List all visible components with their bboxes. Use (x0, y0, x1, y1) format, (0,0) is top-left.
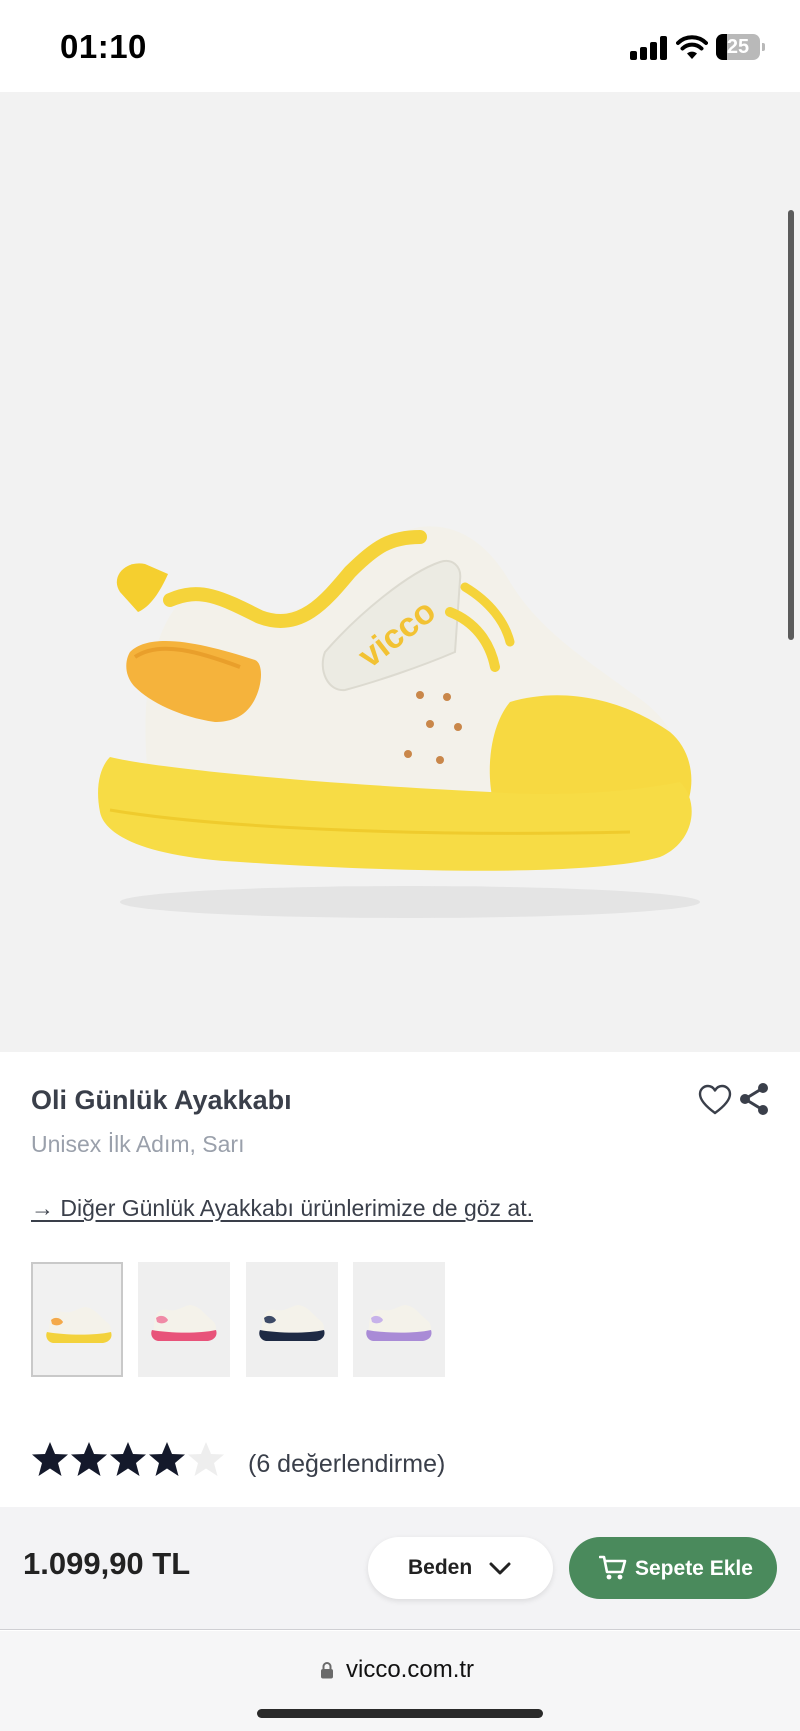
product-title: Oli Günlük Ayakkabı (31, 1085, 292, 1115)
wifi-icon (676, 35, 708, 59)
product-image-yellow-shoe[interactable]: vicco (90, 492, 730, 962)
chevron-down-icon (489, 1562, 511, 1575)
color-variant-lilac[interactable] (353, 1262, 445, 1377)
star-filled-icon (149, 1442, 185, 1476)
product-subtitle: Unisex İlk Adım, Sarı (31, 1131, 245, 1157)
add-to-cart-label: Sepete Ekle (635, 1557, 753, 1580)
home-indicator[interactable] (257, 1709, 543, 1718)
star-filled-icon (32, 1442, 68, 1476)
star-empty-icon (188, 1442, 224, 1476)
url-text[interactable]: vicco.com.tr (346, 1656, 474, 1684)
browser-address-bar[interactable]: vicco.com.tr (0, 1631, 800, 1731)
color-variant-pink[interactable] (138, 1262, 230, 1377)
product-image-gallery[interactable]: vicco (0, 92, 800, 1052)
gallery-scrollbar[interactable] (788, 210, 794, 640)
variant-thumbnail-navy (259, 1305, 325, 1341)
star-filled-icon (71, 1442, 107, 1476)
heart-icon[interactable] (698, 1084, 732, 1116)
cart-icon (599, 1555, 627, 1580)
color-variant-navy[interactable] (246, 1262, 338, 1377)
size-select-label: Beden (408, 1556, 473, 1579)
size-select-button[interactable]: Beden (368, 1537, 553, 1599)
product-price: 1.099,90 TL (23, 1546, 191, 1581)
lock-icon (321, 1662, 333, 1679)
add-to-cart-button[interactable]: Sepete Ekle (569, 1537, 777, 1599)
rating-count[interactable]: (6 değerlendirme) (248, 1450, 445, 1479)
status-time: 01:10 (60, 28, 147, 65)
battery-icon: 25 (716, 34, 765, 60)
variant-thumbnail-yellow (46, 1307, 112, 1343)
cellular-signal-icon (630, 36, 668, 60)
share-icon[interactable] (738, 1082, 770, 1116)
status-bar: 01:10 25 (0, 0, 800, 92)
purchase-bar: 1.099,90 TL Beden Sepete Ekle (0, 1507, 800, 1630)
other-products-link[interactable]: → Diğer Günlük Ayakkabı ürünlerimize de … (31, 1195, 533, 1222)
variant-thumbnail-lilac (366, 1305, 432, 1341)
color-variant-yellow[interactable] (31, 1262, 123, 1377)
star-filled-icon (110, 1442, 146, 1476)
battery-level: 25 (726, 36, 750, 58)
variant-thumbnail-pink (151, 1305, 217, 1341)
